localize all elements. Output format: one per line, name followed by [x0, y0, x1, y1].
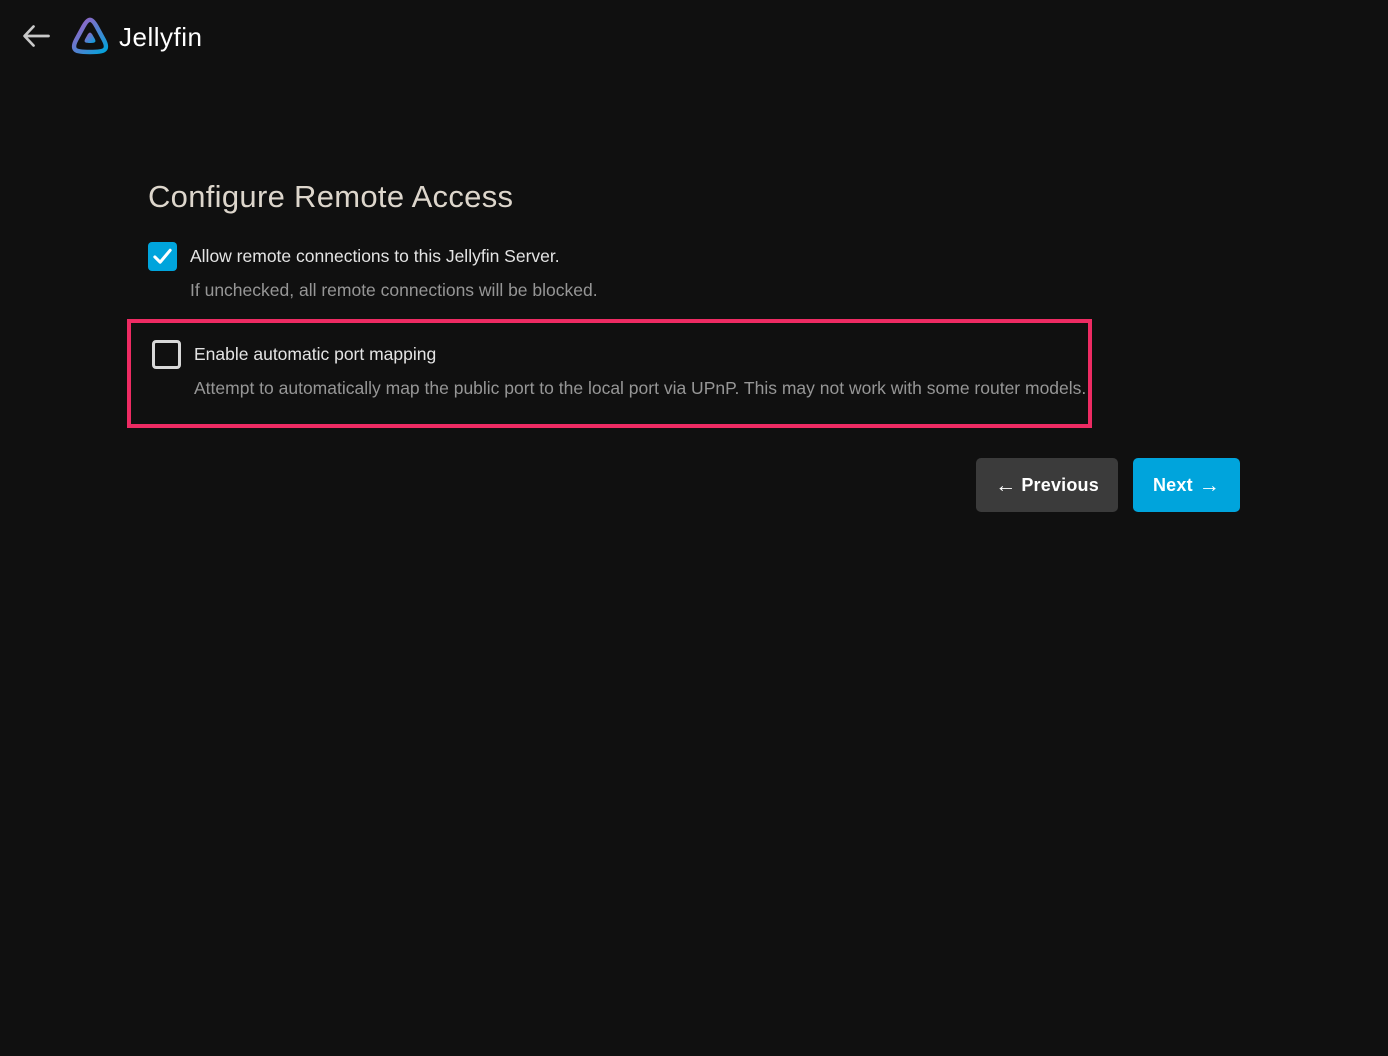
highlight-annotation-box: Enable automatic port mapping Attempt to…	[127, 319, 1092, 428]
back-button[interactable]	[16, 17, 56, 57]
option-port-mapping-row[interactable]: Enable automatic port mapping	[152, 340, 1088, 369]
previous-button[interactable]: ← Previous	[976, 458, 1118, 512]
option-port-mapping: Enable automatic port mapping Attempt to…	[152, 340, 1088, 399]
setup-wizard-page: Jellyfin Configure Remote Access Allow r…	[0, 0, 1388, 1056]
port-mapping-checkbox[interactable]	[152, 340, 181, 369]
header: Jellyfin	[0, 0, 1388, 62]
jellyfin-logo-icon	[70, 12, 110, 63]
page-title: Configure Remote Access	[148, 178, 1240, 215]
wizard-navigation: ← Previous Next →	[148, 458, 1240, 512]
allow-remote-label[interactable]: Allow remote connections to this Jellyfi…	[190, 246, 560, 267]
jellyfin-wordmark: Jellyfin	[119, 22, 202, 53]
option-allow-remote-row[interactable]: Allow remote connections to this Jellyfi…	[148, 242, 1240, 271]
next-button[interactable]: Next →	[1133, 458, 1240, 512]
option-allow-remote: Allow remote connections to this Jellyfi…	[148, 242, 1240, 301]
arrow-right-icon: →	[1199, 475, 1220, 496]
arrow-left-icon: ←	[995, 475, 1016, 496]
port-mapping-label[interactable]: Enable automatic port mapping	[194, 344, 436, 365]
jellyfin-logo: Jellyfin	[70, 12, 202, 63]
arrow-left-icon	[21, 23, 51, 52]
previous-button-label: Previous	[1021, 475, 1099, 496]
port-mapping-description: Attempt to automatically map the public …	[194, 378, 1088, 399]
allow-remote-description: If unchecked, all remote connections wil…	[190, 280, 1240, 301]
main-content: Configure Remote Access Allow remote con…	[148, 178, 1240, 512]
allow-remote-checkbox[interactable]	[148, 242, 177, 271]
next-button-label: Next	[1153, 475, 1193, 496]
